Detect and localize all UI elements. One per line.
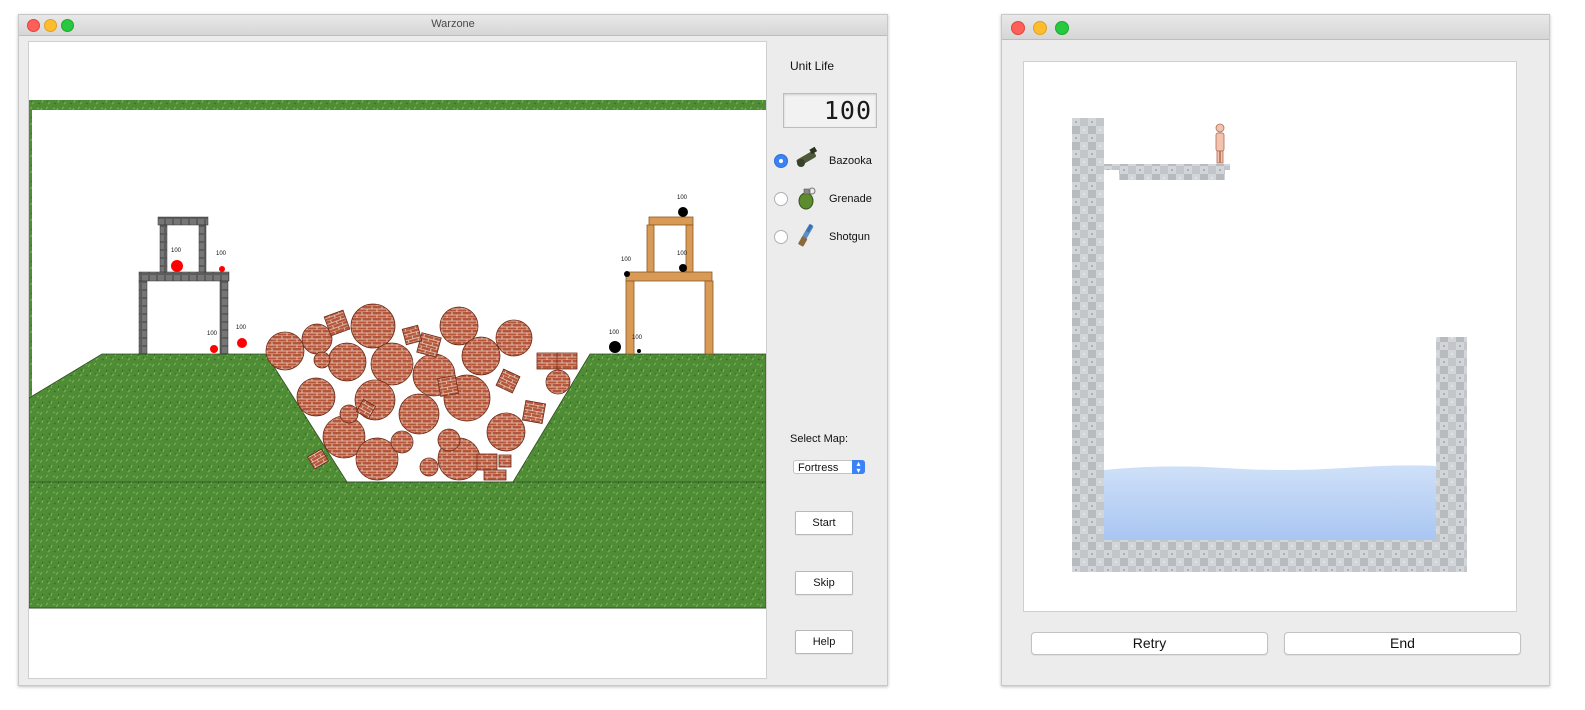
select-map-label: Select Map:	[790, 433, 849, 445]
black-unit[interactable]	[679, 264, 687, 272]
black-unit-health: 100	[632, 335, 643, 341]
close-window-button[interactable]	[1011, 21, 1025, 35]
game-canvas[interactable]: 100 100 100 100 100 100 100 100 100	[28, 41, 767, 679]
right-stone-wall	[1436, 337, 1467, 572]
player-figure[interactable]	[1215, 123, 1225, 164]
shotgun-label: Shotgun	[829, 231, 870, 243]
black-unit-health: 100	[677, 195, 688, 201]
stone-ledge	[1104, 164, 1230, 170]
grenade-label: Grenade	[829, 193, 872, 205]
grenade-icon	[798, 187, 816, 210]
black-unit[interactable]	[678, 207, 688, 217]
title-bar[interactable]	[1002, 15, 1549, 40]
window-title: Warzone	[431, 18, 475, 30]
black-unit[interactable]	[637, 349, 641, 353]
red-unit-health: 100	[236, 325, 247, 331]
minimize-window-button[interactable]	[1033, 21, 1047, 35]
black-unit-health: 100	[609, 330, 620, 336]
bazooka-icon	[796, 146, 818, 167]
black-unit[interactable]	[624, 271, 630, 277]
unit-life-label: Unit Life	[790, 59, 835, 73]
bazooka-radio[interactable]	[774, 154, 788, 168]
red-unit[interactable]	[171, 260, 183, 272]
warzone-window: Warzone 100 100 100 100 100 100 100 100 …	[18, 14, 888, 686]
battlefield-scene: 100 100 100 100 100 100 100 100 100	[29, 100, 766, 609]
black-unit-health: 100	[677, 251, 688, 257]
end-button[interactable]: End	[1284, 632, 1521, 655]
black-unit[interactable]	[609, 341, 621, 353]
zoom-window-button[interactable]	[1055, 21, 1069, 35]
map-select[interactable]: Fortress ▴ ▾	[793, 460, 865, 475]
black-fortress	[625, 216, 714, 355]
grenade-radio[interactable]	[774, 192, 788, 206]
grass-ground	[29, 353, 766, 609]
red-unit-health: 100	[216, 251, 227, 257]
water-level-scene	[1072, 118, 1467, 572]
red-unit-health: 100	[207, 331, 218, 337]
water-pool	[1104, 465, 1436, 540]
grass-ceiling	[29, 100, 766, 110]
shotgun-icon	[798, 224, 814, 247]
stone-floor	[1072, 540, 1467, 572]
black-unit-health: 100	[621, 257, 632, 263]
skip-button[interactable]: Skip	[795, 571, 853, 595]
red-unit[interactable]	[210, 345, 218, 353]
map-select-value: Fortress	[798, 462, 839, 474]
red-unit-health: 100	[171, 248, 182, 254]
level-window: Retry End	[1001, 14, 1550, 686]
left-stone-wall	[1072, 118, 1104, 572]
unit-life-display: 100	[783, 93, 877, 128]
level-canvas[interactable]	[1023, 61, 1517, 612]
chevron-updown-icon: ▴ ▾	[852, 460, 865, 475]
red-unit[interactable]	[237, 338, 247, 348]
start-button[interactable]: Start	[795, 511, 853, 535]
red-unit[interactable]	[219, 266, 225, 272]
bazooka-label: Bazooka	[829, 155, 872, 167]
title-bar[interactable]: Warzone	[19, 15, 887, 36]
retry-button[interactable]: Retry	[1031, 632, 1268, 655]
help-button[interactable]: Help	[795, 630, 853, 654]
shotgun-radio[interactable]	[774, 230, 788, 244]
